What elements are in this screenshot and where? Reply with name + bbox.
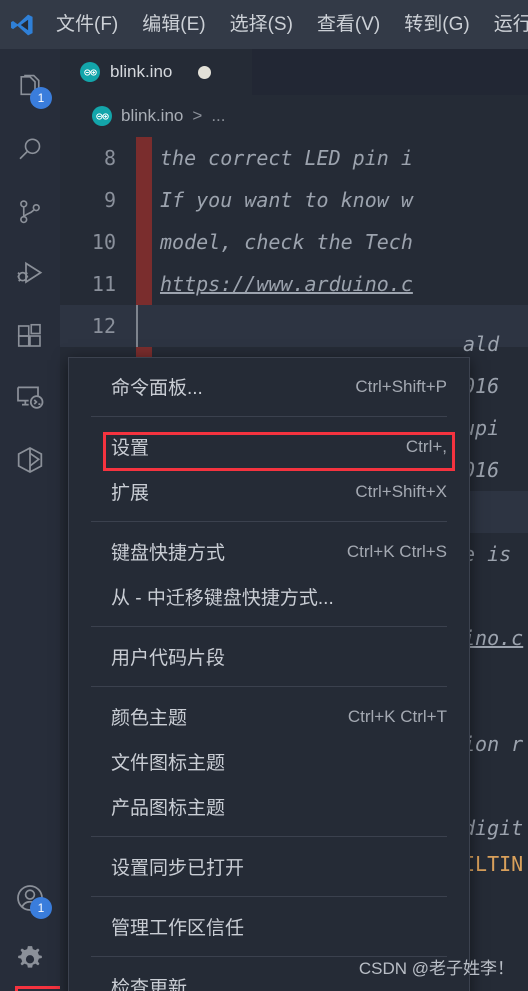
menu-separator <box>91 416 447 417</box>
line-number: 12 <box>91 314 116 338</box>
menu-item-label: 颜色主题 <box>111 708 188 729</box>
vscode-window: 文件(F) 编辑(E) 选择(S) 查看(V) 转到(G) 运行 1 1 bli… <box>0 0 528 991</box>
menu-item-extensions[interactable]: 扩展 Ctrl+Shift+X <box>69 469 469 514</box>
code-line: 11 https://www.arduino.c <box>60 263 528 305</box>
activity-bar: 1 1 <box>0 49 73 991</box>
breadcrumb-more[interactable]: ... <box>211 106 225 126</box>
git-change-marker <box>136 263 152 305</box>
menu-item-settings-sync[interactable]: 设置同步已打开 <box>69 844 469 889</box>
git-change-marker <box>136 179 152 221</box>
cursor-marker <box>136 305 152 347</box>
menu-item-label: 从 - 中迁移键盘快捷方式... <box>111 588 334 609</box>
menu-item-label: 键盘快捷方式 <box>111 543 226 564</box>
code-link[interactable]: https://www.arduino.c <box>152 272 413 296</box>
editor-tab-blink-ino[interactable]: blink.ino <box>60 49 252 95</box>
menu-file[interactable]: 文件(F) <box>44 0 130 49</box>
menu-separator <box>91 896 447 897</box>
breadcrumb: blink.ino > ... <box>60 95 528 137</box>
search-icon <box>19 138 41 160</box>
code-text: model, check the Tech <box>160 230 413 254</box>
sidebar-item-source-control[interactable] <box>0 181 60 243</box>
editor-tab-label: blink.ino <box>110 62 173 81</box>
activity-bar-bottom: 1 <box>0 867 60 991</box>
menu-item-command-palette[interactable]: 命令面板... Ctrl+Shift+P <box>69 364 469 409</box>
code-text: the correct LED pin i <box>160 146 413 170</box>
gear-icon <box>18 946 42 968</box>
sidebar-item-extensions[interactable] <box>0 305 60 367</box>
editor-tab-dirty-indicator[interactable] <box>198 65 212 79</box>
menu-item-label: 产品图标主题 <box>111 798 226 819</box>
remote-explorer-icon <box>17 386 44 409</box>
menu-item-settings[interactable]: 设置 Ctrl+, <box>69 424 469 469</box>
menu-item-user-snippets[interactable]: 用户代码片段 <box>69 634 469 679</box>
line-number: 9 <box>103 188 116 212</box>
line-number: 10 <box>91 230 116 254</box>
sidebar-item-accounts[interactable]: 1 <box>0 867 60 929</box>
menu-item-label: 扩展 <box>111 483 150 504</box>
extensions-icon <box>17 323 41 347</box>
menu-item-shortcut: Ctrl+Shift+X <box>355 481 447 501</box>
sidebar-item-remote-explorer[interactable] <box>0 367 60 429</box>
menu-item-label: 管理工作区信任 <box>111 918 245 939</box>
breadcrumb-file[interactable]: blink.ino <box>121 106 183 126</box>
code-text: ald <box>463 332 500 356</box>
menu-separator <box>91 521 447 522</box>
menu-item-label: 设置同步已打开 <box>111 858 245 879</box>
code-text: If you want to know w <box>160 188 413 212</box>
git-change-marker <box>136 221 152 263</box>
menu-item-label: 用户代码片段 <box>111 648 226 669</box>
menu-go[interactable]: 转到(G) <box>392 0 481 49</box>
menu-item-shortcut: Ctrl+Shift+P <box>355 376 447 396</box>
sidebar-item-run-debug[interactable] <box>0 243 60 305</box>
menu-item-label: 文件图标主题 <box>111 753 226 774</box>
arduino-ino-icon <box>92 106 112 126</box>
arduino-ino-icon <box>80 62 100 82</box>
menu-edit[interactable]: 编辑(E) <box>130 0 217 49</box>
code-line: 8 the correct LED pin i <box>60 137 528 179</box>
menu-separator <box>91 836 447 837</box>
sidebar-item-explorer[interactable]: 1 <box>0 57 60 119</box>
breadcrumb-separator: > <box>192 106 203 125</box>
menu-item-label: 设置 <box>111 438 150 459</box>
accounts-badge: 1 <box>30 897 52 919</box>
menu-item-keyboard-shortcuts[interactable]: 键盘快捷方式 Ctrl+K Ctrl+S <box>69 529 469 574</box>
menu-item-file-icon-theme[interactable]: 文件图标主题 <box>69 739 469 784</box>
vscode-logo-icon <box>0 0 44 49</box>
watermark: CSDN @老子姓李！ <box>358 959 514 978</box>
editor-tab-bar: blink.ino <box>60 49 528 95</box>
sidebar-item-arduino[interactable] <box>0 429 60 491</box>
explorer-badge: 1 <box>30 87 52 109</box>
menu-selection[interactable]: 选择(S) <box>218 0 305 49</box>
menu-item-shortcut: Ctrl+K Ctrl+S <box>346 541 447 561</box>
menu-item-migrate-keyboard-shortcuts[interactable]: 从 - 中迁移键盘快捷方式... <box>69 574 469 619</box>
menu-item-product-icon-theme[interactable]: 产品图标主题 <box>69 784 469 829</box>
menu-separator <box>91 686 447 687</box>
menu-run[interactable]: 运行 <box>482 0 528 49</box>
line-number: 8 <box>103 146 116 170</box>
source-control-icon <box>20 200 40 224</box>
git-change-marker <box>136 137 152 179</box>
menu-item-label: 命令面板... <box>111 378 203 399</box>
run-debug-icon <box>17 261 43 284</box>
title-menu-bar: 文件(F) 编辑(E) 选择(S) 查看(V) 转到(G) 运行 <box>0 0 528 49</box>
manage-context-menu: 命令面板... Ctrl+Shift+P 设置 Ctrl+, 扩展 Ctrl+S… <box>68 357 470 991</box>
arduino-box-icon <box>17 447 43 473</box>
line-number: 11 <box>91 272 116 296</box>
menu-item-shortcut: Ctrl+, <box>405 436 447 456</box>
menu-view[interactable]: 查看(V) <box>305 0 392 49</box>
menu-separator <box>91 626 447 627</box>
sidebar-item-search[interactable] <box>0 119 60 181</box>
code-line: 10 model, check the Tech <box>60 221 528 263</box>
sidebar-item-manage[interactable] <box>0 929 60 991</box>
menu-item-color-theme[interactable]: 颜色主题 Ctrl+K Ctrl+T <box>69 694 469 739</box>
code-line: 9 If you want to know w <box>60 179 528 221</box>
menu-item-shortcut: Ctrl+K Ctrl+T <box>347 706 447 726</box>
menu-item-manage-workspace-trust[interactable]: 管理工作区信任 <box>69 904 469 949</box>
